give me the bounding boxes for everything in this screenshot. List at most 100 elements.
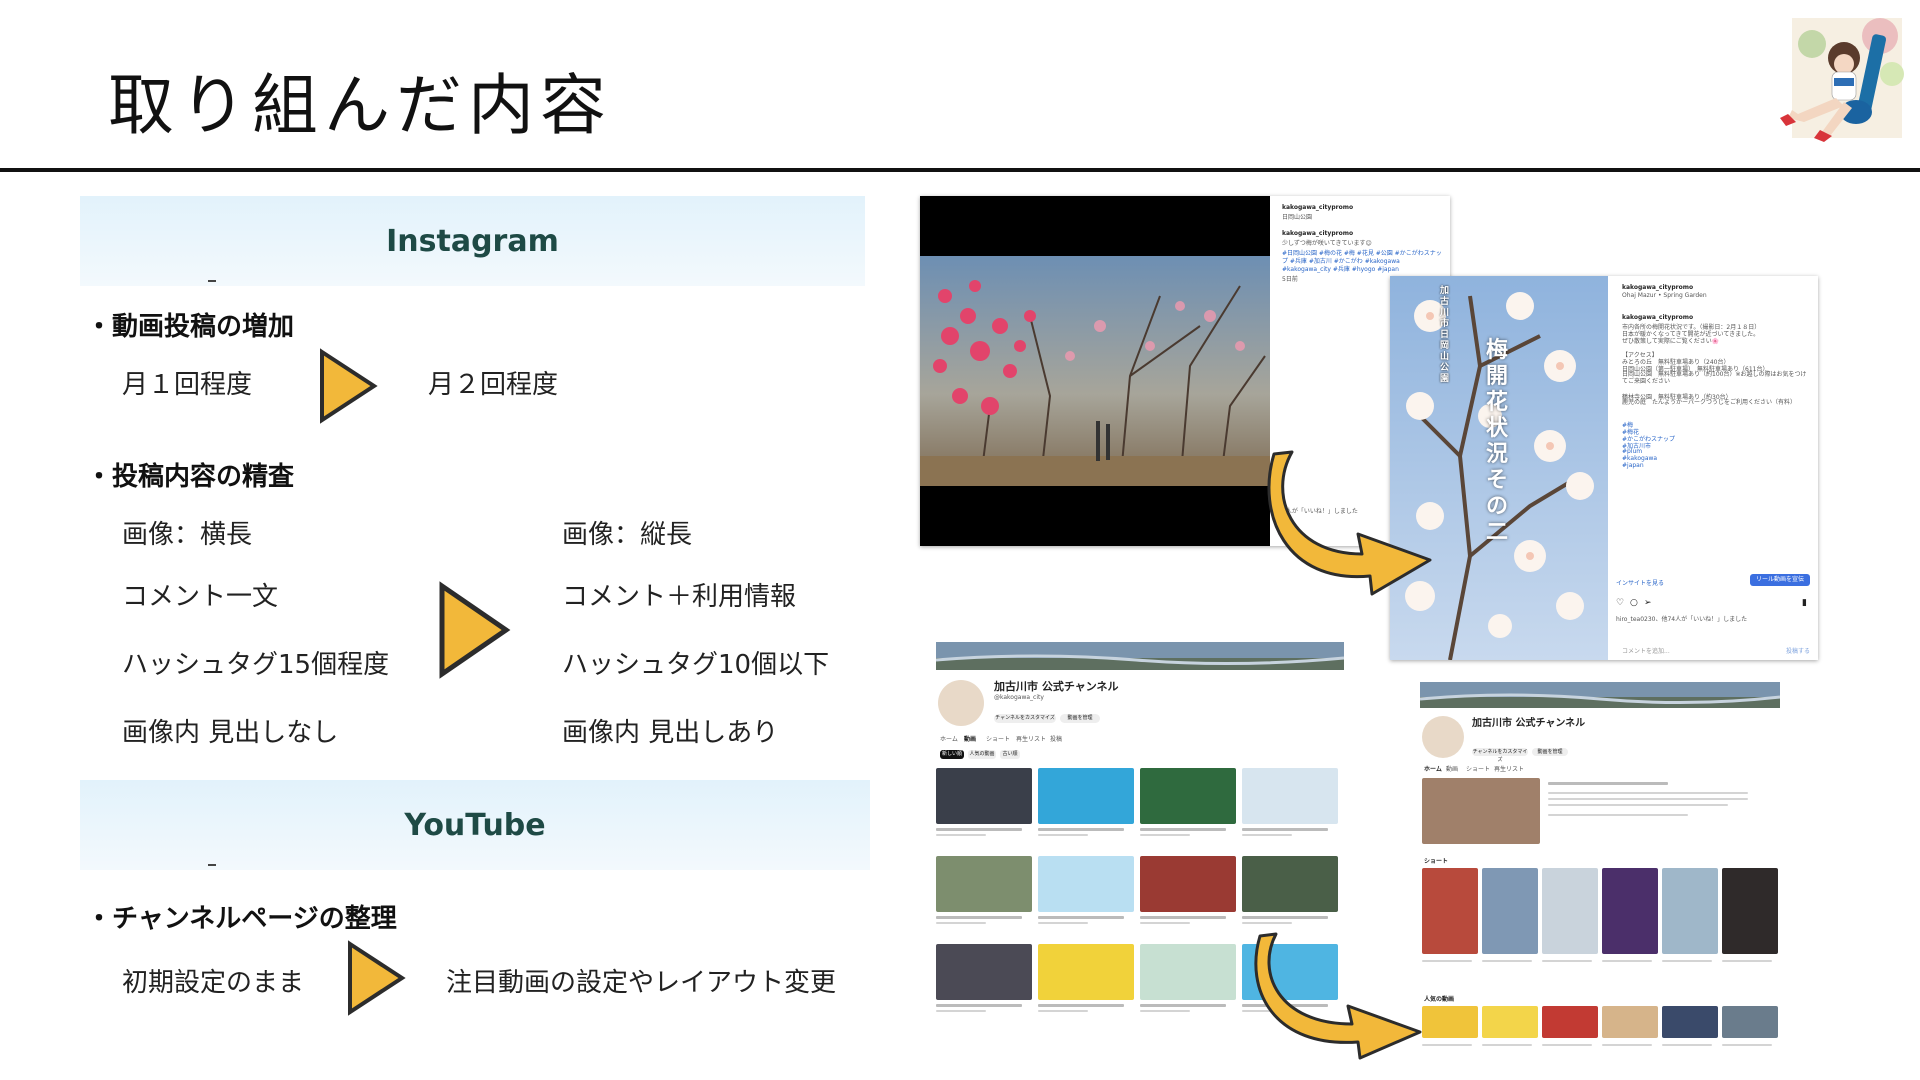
old-channel-handle: @kakogawa_city [994,694,1044,701]
new-caption-line: 日岡山公園 無料駐車場あり（約100台）※お越しの際はお気をつけてご来園ください [1622,371,1807,385]
before-item-2: コメント一文 [122,582,279,612]
video-thumbnail[interactable] [1140,856,1236,912]
video-thumbnail[interactable] [1242,856,1338,912]
new-location: Ohaj Mazur • Spring Garden [1622,292,1707,299]
featured-video-thumbnail[interactable] [1422,778,1540,844]
old-post-media [920,196,1270,546]
curved-arrow-icon [1267,450,1432,596]
heart-icon[interactable]: ♡ [1616,598,1624,608]
channel-banner-image [936,642,1344,670]
youtube-new-channel-screenshot: 加古川市 公式チャンネル チャンネルをカスタマイズ 動画を管理 ホーム 動画 シ… [1420,682,1780,1060]
old-caption: 少しずつ梅が咲いてきています😊 [1282,240,1372,247]
slide-title: 取り組んだ内容 [108,67,612,144]
chip-oldest[interactable]: 古い順 [1000,750,1020,759]
new-caption-line: ぜひ散策して実際にご覧ください🌸 [1622,338,1720,345]
bookmark-icon[interactable]: ▮ [1802,598,1807,608]
video-thumbnail[interactable] [936,944,1032,1000]
after-item-4: 画像内 見出しあり [562,718,779,748]
promote-reel-button[interactable]: リール動画を宣伝 [1750,574,1810,586]
old-hashtags: #日岡山公園 #梅の花 #梅 #花見 #公園 #かこがわスナップ #兵庫 #加古… [1282,250,1442,273]
post-comment-button[interactable]: 投稿する [1786,646,1810,655]
old-post-date: 5日前 [1282,276,1298,283]
video-thumbnail[interactable] [1038,944,1134,1000]
manage-videos-button[interactable]: 動画を管理 [1532,748,1568,756]
after-item-3: ハッシュタグ10個以下 [562,650,830,680]
short-thumbnail[interactable] [1662,868,1718,954]
new-account-name: kakogawa_citypromo [1622,284,1694,291]
new-hashtag[interactable]: #japan [1622,462,1644,469]
video-thumbnail[interactable] [1140,944,1236,1000]
youtube-header-band: YouTube [80,780,870,870]
video-thumbnail[interactable] [1242,768,1338,824]
curved-arrow-icon [1254,932,1422,1060]
customize-channel-button[interactable]: チャンネルをカスタマイズ [1472,748,1528,763]
reel-overlay-subtitle: 加古川市 日岡山公園 [1440,286,1450,384]
video-thumbnail[interactable] [1542,1006,1598,1038]
tab-playlists[interactable]: 再生リスト [1016,734,1046,743]
shorts-section-label: ショート [1424,858,1449,865]
video-after-text: 月２回程度 [428,370,559,400]
instagram-header-band: Instagram [80,196,865,286]
video-thumbnail[interactable] [1482,1006,1538,1038]
short-thumbnail[interactable] [1542,868,1598,954]
mascot-illustration [1780,18,1904,142]
share-icon[interactable]: ➢ [1644,598,1652,608]
comment-icon[interactable]: ○ [1630,598,1638,608]
new-channel-name: 加古川市 公式チャンネル [1472,718,1586,729]
youtube-header-label: YouTube [404,807,546,843]
before-item-3: ハッシュタグ15個程度 [122,650,390,680]
video-thumbnail[interactable] [936,768,1032,824]
video-thumbnail[interactable] [1038,856,1134,912]
plum-blossom-landscape-photo [920,256,1270,486]
comment-input[interactable]: コメントを追加... [1622,646,1670,655]
short-thumbnail[interactable] [1602,868,1658,954]
new-caption-account: kakogawa_citypromo [1622,314,1694,321]
old-channel-name: 加古川市 公式チャンネル [994,680,1119,693]
tab-videos[interactable]: 動画 [1446,764,1458,773]
tab-home[interactable]: ホーム [940,734,958,743]
after-item-1: 画像：縦長 [562,520,693,550]
channel-page-heading: ・チャンネルページの整理 [86,904,397,934]
tab-shorts[interactable]: ショート [1466,764,1490,773]
post-content-heading: ・投稿内容の精査 [86,462,295,492]
tab-shorts[interactable]: ショート [986,734,1010,743]
instagram-new-post-screenshot: 梅 開花状況 その二 加古川市 日岡山公園 kakogawa_citypromo… [1390,276,1818,660]
after-item-2: コメント＋利用情報 [562,582,797,612]
tab-home[interactable]: ホーム [1424,764,1442,773]
channel-banner-image [1420,682,1780,708]
channel-avatar [938,680,984,726]
new-caption-line: 鹿児の庭 たんようかーパークつうじをご利用ください（有料） [1622,399,1796,406]
manage-videos-button[interactable]: 動画を管理 [1060,714,1100,723]
tab-posts[interactable]: 投稿 [1050,734,1062,743]
video-thumbnail[interactable] [1662,1006,1718,1038]
tab-playlists[interactable]: 再生リスト [1494,764,1524,773]
before-item-4: 画像内 見出しなし [122,718,339,748]
video-thumbnail[interactable] [1140,768,1236,824]
instagram-header-label: Instagram [386,223,559,259]
reel-overlay-headline: 梅 開花状況 その二 [1486,338,1509,545]
customize-channel-button[interactable]: チャンネルをカスタマイズ [994,714,1056,723]
video-before-text: 月１回程度 [122,370,253,400]
channel-after-text: 注目動画の設定やレイアウト変更 [446,968,837,998]
chip-newest[interactable]: 新しい順 [940,750,964,759]
video-posting-heading: ・動画投稿の増加 [86,312,295,342]
short-thumbnail[interactable] [1722,868,1778,954]
channel-before-text: 初期設定のまま [122,968,305,998]
video-thumbnail[interactable] [1038,768,1134,824]
chip-popular[interactable]: 人気の動画 [968,750,996,759]
band-marker [208,864,216,866]
play-arrow-icon [348,940,406,1016]
short-thumbnail[interactable] [1482,868,1538,954]
video-thumbnail[interactable] [936,856,1032,912]
title-divider [0,168,1920,172]
video-thumbnail[interactable] [1602,1006,1658,1038]
insight-link[interactable]: インサイトを見る [1616,578,1664,587]
play-arrow-icon [320,348,378,424]
new-liked-by: hiro_tea0230、他74人が「いいね！」しました [1616,616,1748,623]
new-hashtag[interactable]: #kakogawa [1622,455,1657,462]
old-caption-account: kakogawa_citypromo [1282,230,1354,237]
play-arrow-icon [439,581,511,679]
video-thumbnail[interactable] [1722,1006,1778,1038]
tab-videos[interactable]: 動画 [964,734,976,743]
new-hashtag[interactable]: #plum [1622,448,1642,455]
